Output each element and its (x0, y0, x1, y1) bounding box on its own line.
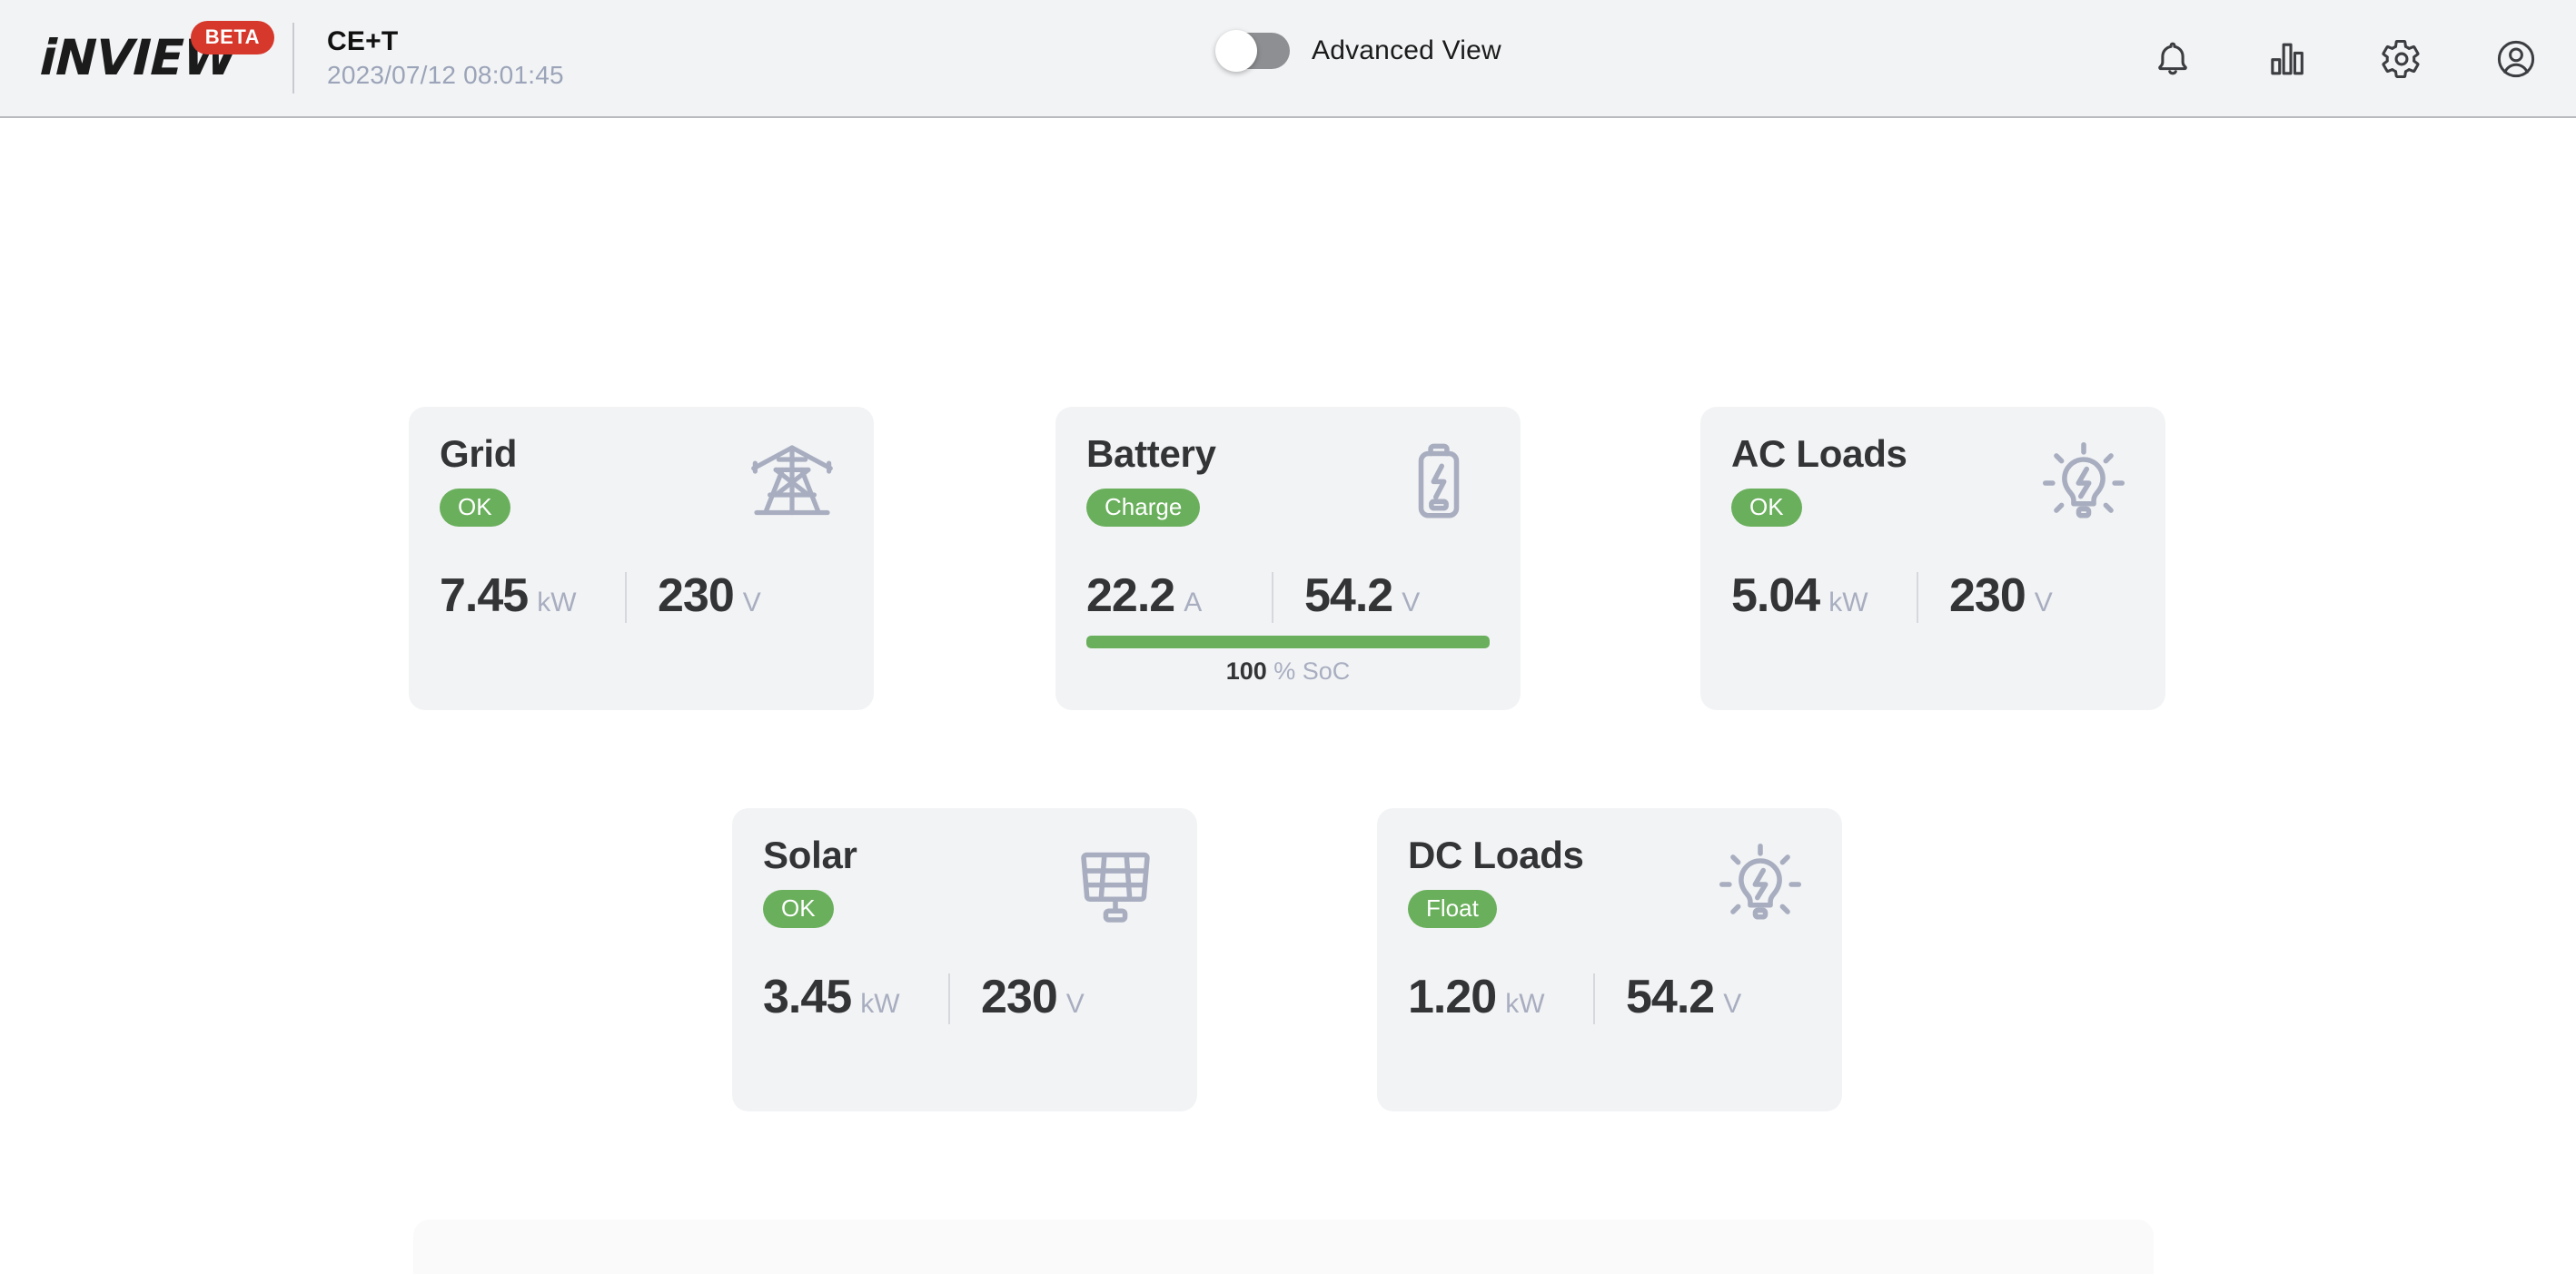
brand-block: iNVIEW BETA CE+T 2023/07/12 08:01:45 (39, 21, 564, 94)
card-title: Solar (763, 834, 857, 876)
metric-value: 230 (1949, 569, 2026, 622)
toggle-knob (1215, 30, 1257, 72)
metric-unit: kW (537, 588, 577, 617)
card-ac-loads[interactable]: AC Loads OK 5.04 kW 230 V (1700, 407, 2165, 710)
metric-power: 1.20 kW (1408, 973, 1593, 1021)
card-title-block: Grid OK (440, 432, 518, 528)
card-grid[interactable]: Grid OK 7.45 kW 230 V (409, 407, 874, 710)
card-title: Battery (1086, 432, 1216, 475)
card-title-block: DC Loads Float (1408, 834, 1584, 929)
metric-value: 5.04 (1731, 569, 1820, 622)
soc-block: 100 % SoC (1086, 636, 1490, 684)
card-metrics: 3.45 kW 230 V (763, 973, 1166, 1024)
status-badge: Float (1408, 890, 1497, 929)
card-metrics: 1.20 kW 54.2 V (1408, 973, 1811, 1024)
metric-unit: V (742, 588, 761, 617)
metric-value: 22.2 (1086, 569, 1175, 622)
card-dc-loads[interactable]: DC Loads Float 1.20 kW 54.2 V (1377, 808, 1842, 1111)
card-header: Grid OK (440, 432, 843, 530)
card-header: Battery Charge (1086, 432, 1490, 530)
advanced-view-label: Advanced View (1312, 35, 1501, 65)
light-bulb-icon (2036, 436, 2131, 530)
card-metrics: 5.04 kW 230 V (1731, 572, 2135, 623)
status-badge: OK (1731, 489, 1802, 528)
metric-unit: V (1723, 989, 1742, 1019)
bar-chart-icon[interactable] (2264, 35, 2311, 83)
metric-unit: kW (1828, 588, 1868, 617)
site-name: CE+T (327, 26, 399, 56)
bell-icon[interactable] (2149, 35, 2196, 83)
power-pylon-icon (745, 436, 839, 530)
metric-unit: V (1402, 588, 1421, 617)
metric-unit: kW (1505, 989, 1545, 1019)
site-timestamp: 2023/07/12 08:01:45 (327, 61, 564, 89)
soc-progress-fill (1086, 636, 1490, 648)
metric-value: 54.2 (1626, 971, 1715, 1023)
battery-charging-icon (1392, 436, 1486, 530)
metric-voltage: 230 V (950, 973, 1166, 1021)
advanced-view-control[interactable]: Advanced View (1215, 30, 1501, 72)
metric-voltage: 54.2 V (1595, 973, 1811, 1021)
solar-panel-icon (1068, 837, 1163, 932)
card-title-block: AC Loads OK (1731, 432, 1907, 528)
metric-value: 230 (658, 569, 735, 622)
card-title: AC Loads (1731, 432, 1907, 475)
metric-power: 7.45 kW (440, 572, 625, 619)
card-title: DC Loads (1408, 834, 1584, 876)
lower-panel-edge (413, 1220, 2154, 1274)
metric-unit: kW (860, 989, 900, 1019)
metric-power: 3.45 kW (763, 973, 948, 1021)
metric-voltage: 54.2 V (1273, 572, 1490, 619)
metric-value: 54.2 (1304, 569, 1393, 622)
card-metrics: 22.2 A 54.2 V (1086, 572, 1490, 623)
beta-badge: BETA (190, 21, 275, 54)
card-solar[interactable]: Solar OK 3.45 kW 230 V (732, 808, 1197, 1111)
user-icon[interactable] (2492, 35, 2540, 83)
card-metrics: 7.45 kW 230 V (440, 572, 843, 623)
soc-unit: % SoC (1273, 657, 1351, 685)
card-title-block: Solar OK (763, 834, 857, 929)
card-battery[interactable]: Battery Charge 22.2 A 54.2 V 100 % SoC (1055, 407, 1521, 710)
metric-unit: V (1065, 989, 1085, 1019)
metric-power: 5.04 kW (1731, 572, 1917, 619)
metric-voltage: 230 V (1918, 572, 2135, 619)
gear-icon[interactable] (2378, 35, 2425, 83)
header-divider (292, 23, 295, 94)
metric-current: 22.2 A (1086, 572, 1272, 619)
metric-unit: V (2034, 588, 2053, 617)
app-header: iNVIEW BETA CE+T 2023/07/12 08:01:45 Adv… (0, 0, 2576, 118)
dashboard-main: Grid OK 7.45 kW 230 V Battery Charge 22.… (0, 120, 2576, 1246)
site-info: CE+T 2023/07/12 08:01:45 (327, 26, 564, 90)
metric-value: 7.45 (440, 569, 529, 622)
soc-progress-bar (1086, 636, 1490, 648)
metric-value: 1.20 (1408, 971, 1497, 1023)
metric-voltage: 230 V (627, 572, 843, 619)
status-badge: Charge (1086, 489, 1201, 528)
inview-logo[interactable]: iNVIEW BETA (39, 21, 275, 86)
header-icon-group (2149, 0, 2540, 118)
advanced-view-toggle[interactable] (1215, 30, 1290, 72)
metric-unit: A (1184, 588, 1203, 617)
status-badge: OK (440, 489, 510, 528)
status-badge: OK (763, 890, 834, 929)
card-title: Grid (440, 432, 518, 475)
card-header: AC Loads OK (1731, 432, 2135, 530)
card-header: Solar OK (763, 835, 1166, 932)
card-title-block: Battery Charge (1086, 432, 1216, 528)
metric-value: 3.45 (763, 971, 852, 1023)
metric-value: 230 (981, 971, 1058, 1023)
card-header: DC Loads Float (1408, 835, 1811, 932)
soc-value: 100 (1225, 657, 1267, 685)
light-bulb-icon (1713, 837, 1808, 932)
soc-label: 100 % SoC (1086, 659, 1490, 684)
